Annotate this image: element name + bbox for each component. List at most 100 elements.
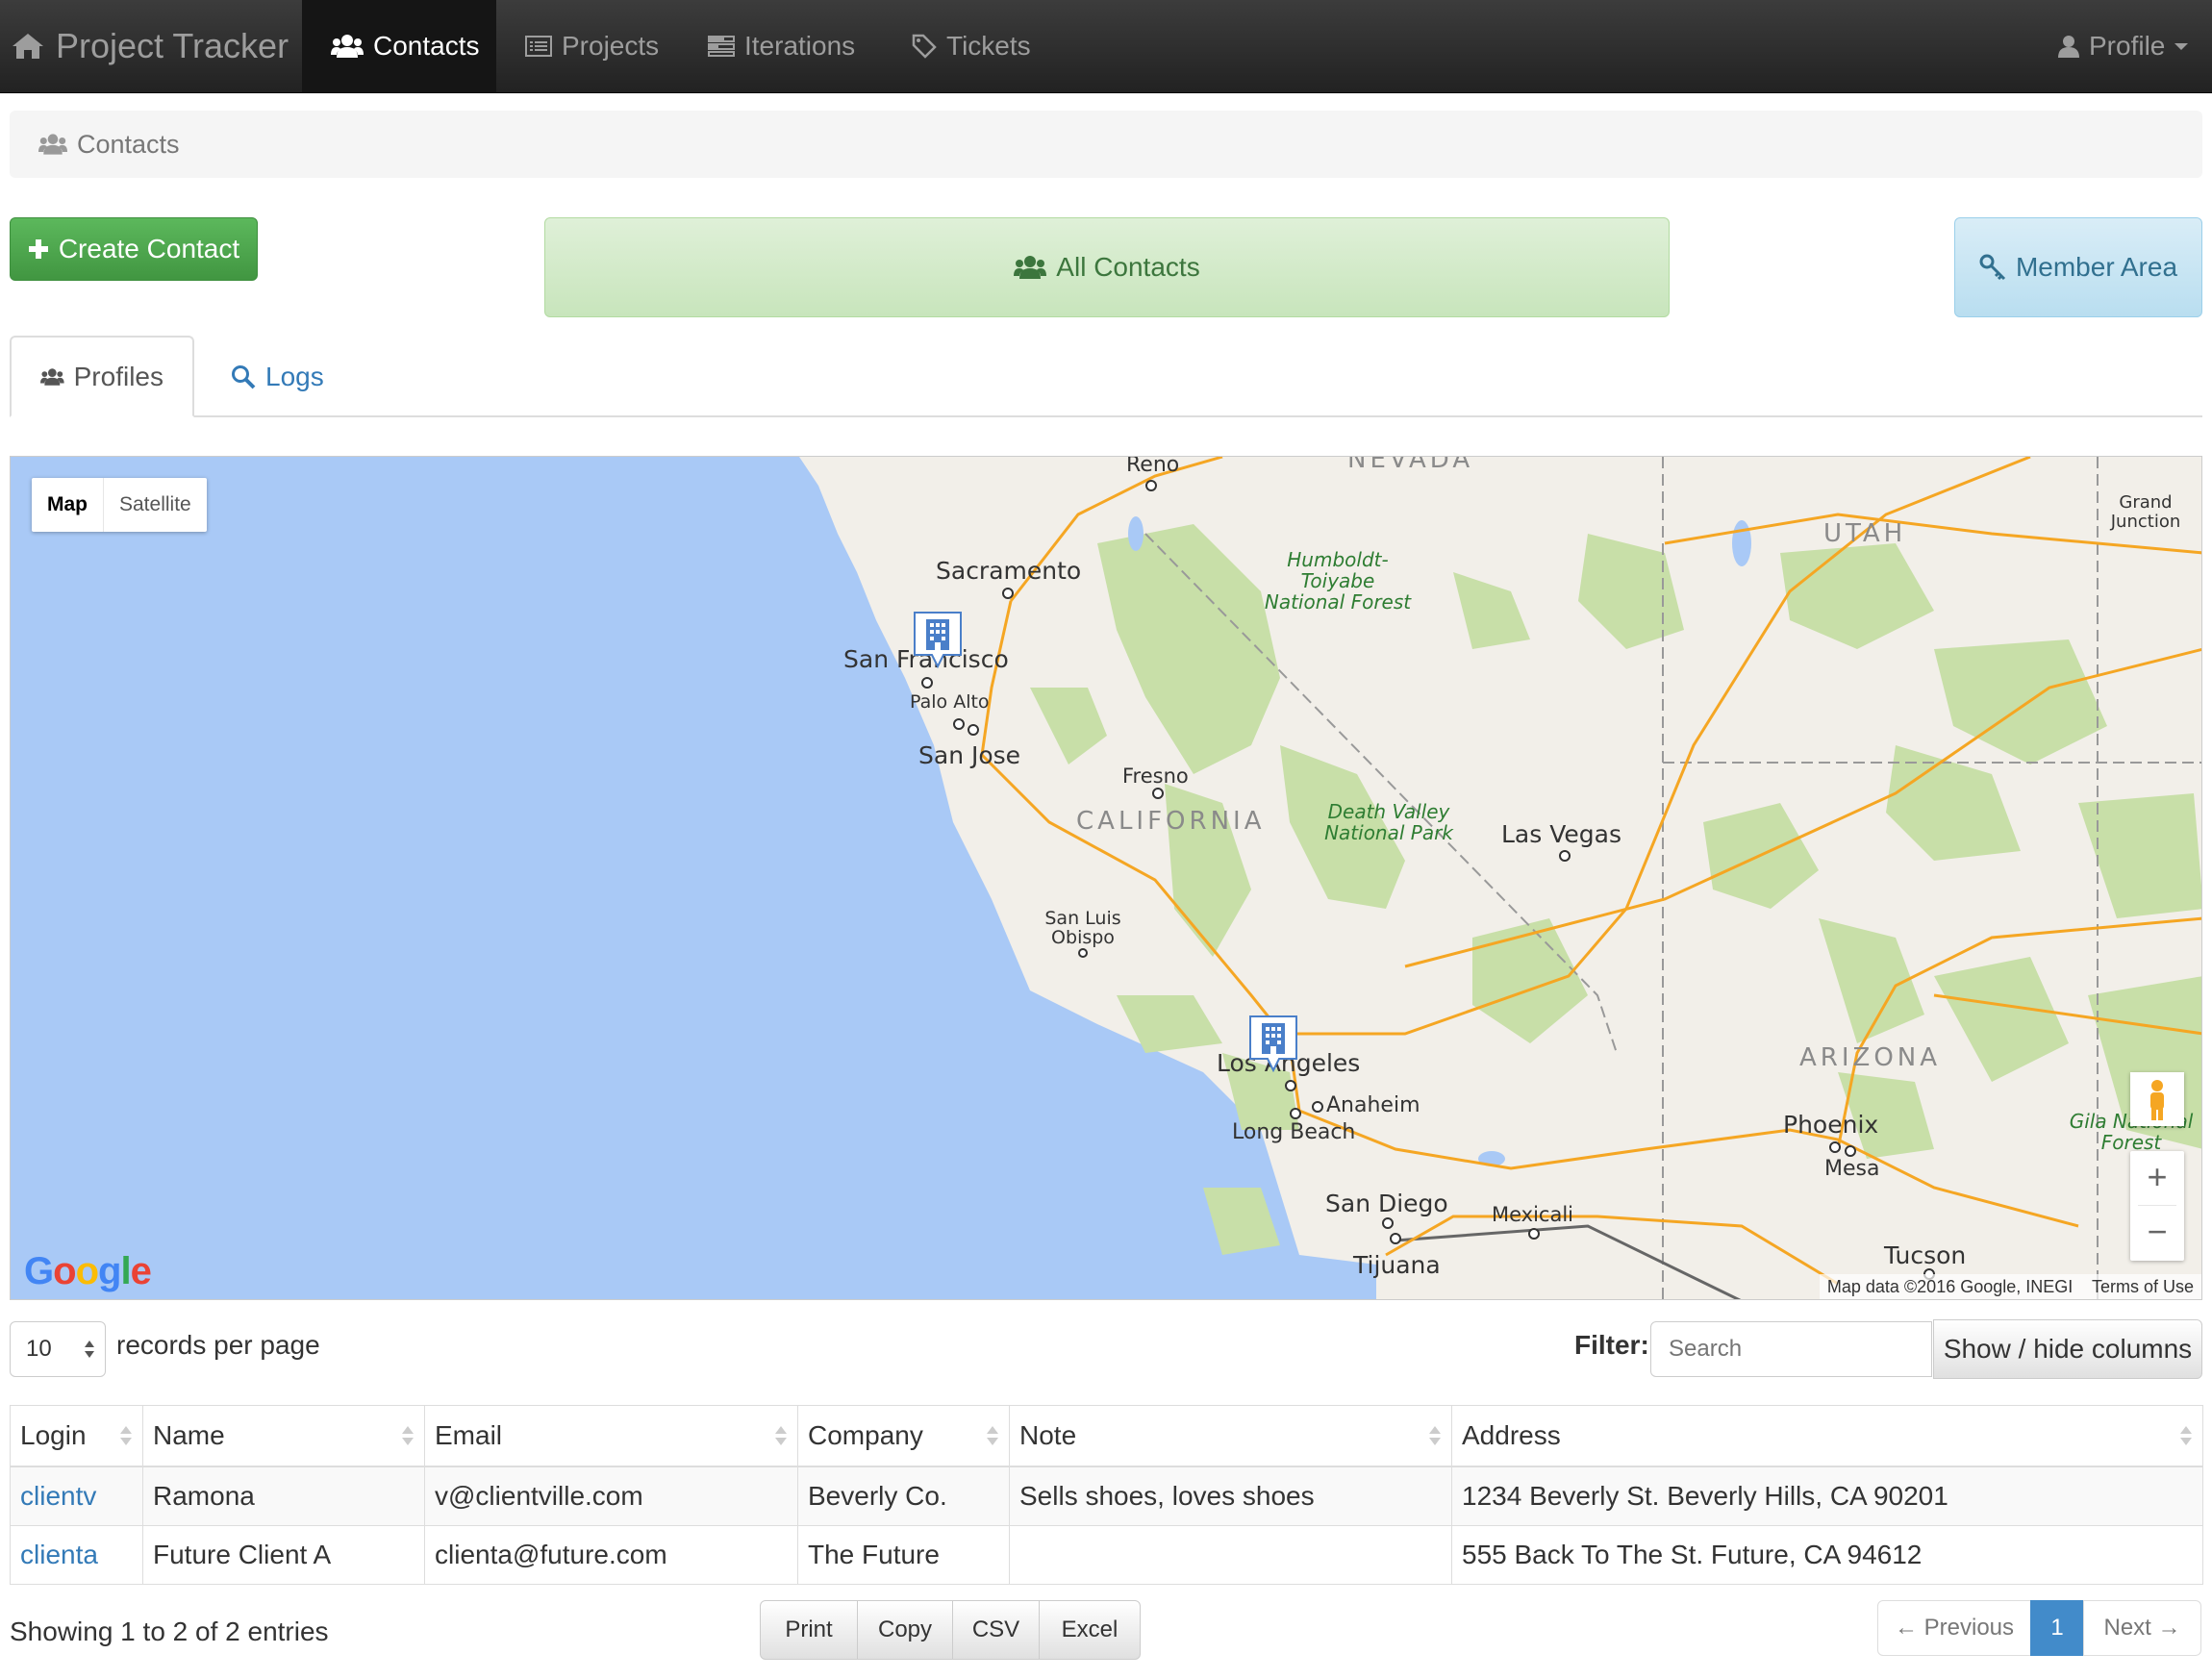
map-type-satellite[interactable]: Satellite xyxy=(104,478,207,532)
street-view-pegman[interactable] xyxy=(2130,1072,2184,1126)
sort-icon xyxy=(120,1426,132,1445)
export-button-group: Print Copy CSV Excel xyxy=(760,1600,1141,1660)
zoom-control: + − xyxy=(2130,1151,2184,1261)
show-hide-columns-button[interactable]: Show / hide columns xyxy=(1933,1319,2202,1379)
nav-projects-label: Projects xyxy=(562,31,660,61)
member-area-label: Member Area xyxy=(2015,252,2178,282)
profile-dropdown[interactable]: Profile xyxy=(2047,0,2212,92)
search-icon xyxy=(232,364,256,388)
all-contacts-button[interactable]: All Contacts xyxy=(544,217,1670,317)
cell-login: clienta xyxy=(10,1525,143,1585)
sort-icon xyxy=(402,1426,414,1445)
page-1-button[interactable]: 1 xyxy=(2030,1600,2084,1656)
cell-name: Ramona xyxy=(142,1466,425,1526)
city-label-grand-junction: Grand Junction xyxy=(2110,492,2181,532)
cell-login: clientv xyxy=(10,1466,143,1526)
page-size-value: 10 xyxy=(26,1336,52,1362)
column-header-label: Address xyxy=(1462,1420,1561,1450)
google-logo: Google xyxy=(24,1250,152,1292)
column-header-label: Name xyxy=(153,1420,225,1450)
print-button[interactable]: Print xyxy=(760,1600,858,1660)
next-page-button[interactable]: Next → xyxy=(2083,1600,2201,1656)
city-label-mexicali: Mexicali xyxy=(1492,1203,1574,1226)
users-icon xyxy=(331,35,364,58)
sort-icon xyxy=(987,1426,998,1445)
city-label-palo-alto: Palo Alto xyxy=(910,691,990,713)
column-header-login[interactable]: Login xyxy=(10,1405,143,1467)
users-icon xyxy=(38,134,67,155)
filter-search-input[interactable] xyxy=(1650,1321,1932,1377)
zoom-in-button[interactable]: + xyxy=(2130,1151,2184,1205)
contacts-map[interactable]: Map Satellite NEVADA UTAH CALIFORNIA ARI… xyxy=(10,456,2202,1300)
create-contact-button[interactable]: Create Contact xyxy=(10,217,258,281)
column-header-address[interactable]: Address xyxy=(1451,1405,2203,1467)
user-icon xyxy=(2058,36,2079,58)
state-label-california: CALIFORNIA xyxy=(1076,807,1266,836)
profile-label: Profile xyxy=(2089,31,2166,61)
caret-down-icon xyxy=(2174,43,2189,50)
column-header-email[interactable]: Email xyxy=(424,1405,798,1467)
table-header-row: Login Name Email Company Note Address xyxy=(10,1405,2203,1467)
city-label-san-jose: San Jose xyxy=(918,741,1021,769)
nav-contacts[interactable]: Contacts xyxy=(302,0,496,92)
users-icon xyxy=(40,367,64,386)
cell-note: Sells shoes, loves shoes xyxy=(1009,1466,1452,1526)
map-attribution: Map data ©2016 Google, INEGI Terms of Us… xyxy=(1819,1274,2201,1299)
select-arrows-icon xyxy=(85,1341,94,1358)
sort-icon xyxy=(775,1426,787,1445)
contact-marker-sf[interactable] xyxy=(913,611,963,668)
city-label-san-luis-obispo: San Luis Obispo xyxy=(1044,908,1121,948)
city-label-sacramento: Sacramento xyxy=(936,557,1082,585)
state-label-nevada: NEVADA xyxy=(1347,456,1474,474)
contacts-table: Login Name Email Company Note Address cl… xyxy=(10,1405,2203,1585)
pagination: ← Previous 1 Next → xyxy=(1877,1600,2201,1656)
column-header-company[interactable]: Company xyxy=(797,1405,1010,1467)
map-type-map[interactable]: Map xyxy=(32,478,104,532)
state-label-arizona: ARIZONA xyxy=(1799,1043,1942,1072)
filter-label: Filter: xyxy=(1574,1330,1649,1360)
copy-button[interactable]: Copy xyxy=(857,1600,953,1660)
sort-icon xyxy=(2180,1426,2192,1445)
contact-marker-la[interactable] xyxy=(1248,1015,1298,1072)
column-header-label: Note xyxy=(1019,1420,1077,1450)
previous-page-button[interactable]: ← Previous xyxy=(1877,1600,2031,1656)
breadcrumb-current: Contacts xyxy=(77,129,180,159)
tasks-icon xyxy=(708,36,735,57)
tag-icon xyxy=(912,34,937,59)
terms-of-use-link[interactable]: Terms of Use xyxy=(2092,1277,2194,1296)
tab-profiles[interactable]: Profiles xyxy=(10,336,194,417)
zoom-out-button[interactable]: − xyxy=(2130,1206,2184,1260)
login-link[interactable]: clientv xyxy=(20,1481,96,1511)
pegman-icon xyxy=(2150,1080,2164,1120)
csv-button[interactable]: CSV xyxy=(952,1600,1040,1660)
users-icon xyxy=(1014,256,1047,279)
cell-email: clienta@future.com xyxy=(424,1525,798,1585)
login-link[interactable]: clienta xyxy=(20,1540,98,1569)
column-header-name[interactable]: Name xyxy=(142,1405,425,1467)
park-label-death-valley: Death Valley National Park xyxy=(1324,800,1453,844)
home-icon xyxy=(13,34,43,59)
page-size-select[interactable]: 10 xyxy=(10,1321,106,1377)
all-contacts-label: All Contacts xyxy=(1056,252,1200,282)
member-area-button[interactable]: Member Area xyxy=(1954,217,2202,317)
cell-address: 1234 Beverly St. Beverly Hills, CA 90201 xyxy=(1451,1466,2203,1526)
cell-company: The Future xyxy=(797,1525,1010,1585)
list-alt-icon xyxy=(525,36,552,57)
city-label-tucson: Tucson xyxy=(1884,1241,1967,1269)
nav-projects[interactable]: Projects xyxy=(496,0,689,92)
cell-email: v@clientville.com xyxy=(424,1466,798,1526)
city-label-reno: Reno xyxy=(1126,456,1180,477)
cell-name: Future Client A xyxy=(142,1525,425,1585)
park-label-humboldt: Humboldt-Toiyabe National Forest xyxy=(1264,548,1412,614)
excel-button[interactable]: Excel xyxy=(1039,1600,1141,1660)
nav-tickets[interactable]: Tickets xyxy=(883,0,1075,92)
tab-logs[interactable]: Logs xyxy=(202,336,353,417)
create-contact-label: Create Contact xyxy=(58,234,240,263)
records-per-page-label: records per page xyxy=(116,1330,320,1360)
brand-link[interactable]: Project Tracker xyxy=(12,0,289,92)
plus-icon xyxy=(28,239,48,259)
nav-iterations[interactable]: Iterations xyxy=(679,0,900,92)
column-header-note[interactable]: Note xyxy=(1009,1405,1452,1467)
table-info: Showing 1 to 2 of 2 entries xyxy=(10,1616,329,1646)
city-label-tijuana: Tijuana xyxy=(1353,1251,1441,1279)
